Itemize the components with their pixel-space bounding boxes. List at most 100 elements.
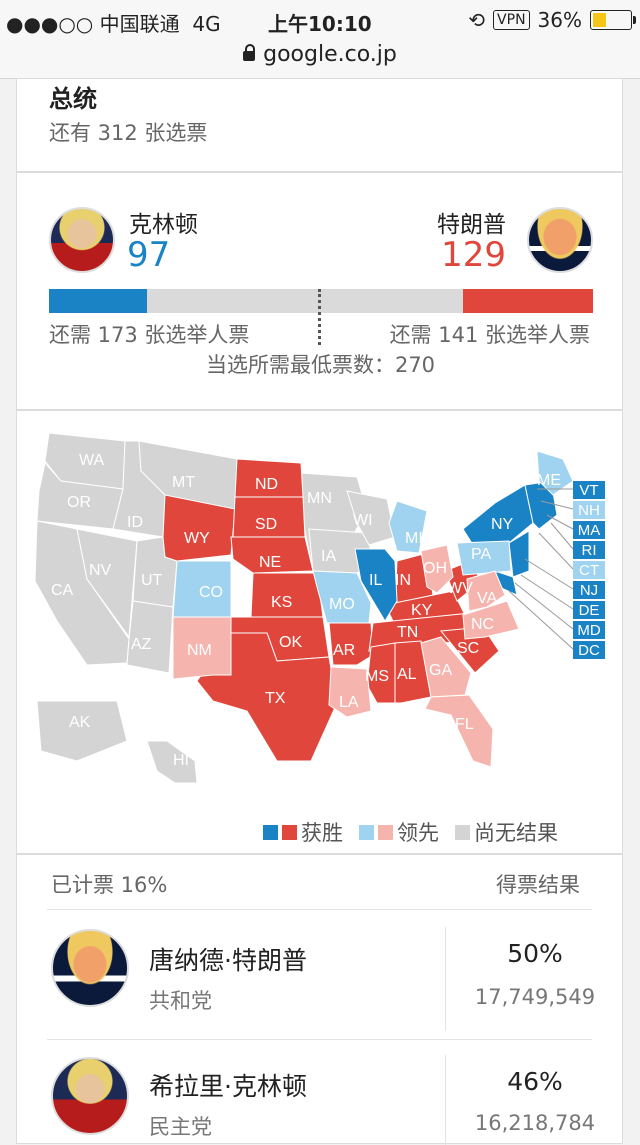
electoral-scoreboard: 克林顿 97 特朗普 129 还需 173 张选举人票 还需 141 张选举人票… (16, 172, 623, 410)
callout-label-ri: RI (582, 542, 597, 559)
battery-icon (590, 10, 636, 30)
clinton-electoral-votes: 97 (127, 235, 171, 275)
label-NM: NM (187, 642, 212, 659)
threshold-label: 当选所需最低票数：270 (205, 353, 436, 377)
legend-win: 获胜 (301, 821, 343, 845)
label-SD: SD (255, 516, 277, 533)
callout-label-nj: NJ (580, 582, 598, 599)
label-SC: SC (457, 640, 479, 657)
label-OR: OR (67, 494, 91, 511)
label-AK: AK (69, 714, 91, 731)
callout-label-ma: MA (578, 522, 601, 539)
label-MO: MO (329, 596, 355, 613)
label-KS: KS (271, 594, 292, 611)
label-IL: IL (369, 572, 382, 589)
label-UT: UT (141, 572, 163, 589)
callout-label-nh: NH (578, 502, 600, 519)
summary-card: 总统 还有 312 张选票 (16, 78, 623, 172)
label-NV: NV (89, 562, 112, 579)
candidate-percent: 50% (507, 939, 563, 968)
label-WA: WA (79, 452, 105, 469)
callout-line-ma (546, 514, 574, 530)
trump-bar-fill (463, 289, 593, 313)
callout-label-dc: DC (578, 642, 600, 659)
candidate-votes: 16,218,784 (474, 1111, 596, 1135)
url-text[interactable]: google.co.jp (263, 42, 397, 67)
callout-line-dc (508, 590, 574, 650)
label-MT: MT (172, 474, 195, 491)
label-AL: AL (397, 666, 417, 683)
counted-percent: 已计票 16% (51, 873, 168, 897)
candidate-votes: 17,749,549 (474, 985, 596, 1009)
state-AK[interactable] (36, 700, 128, 762)
threshold-marker (318, 289, 321, 345)
label-FL: FL (455, 716, 474, 733)
vpn-badge: VPN (493, 10, 530, 30)
label-ND: ND (255, 476, 278, 493)
callout-label-vt: VT (579, 482, 598, 499)
remaining-votes: 还有 312 张选票 (49, 121, 208, 145)
results-header: 得票结果 (496, 873, 580, 897)
lock-icon (243, 44, 256, 61)
us-results-map[interactable]: WA OR CA NV ID MT WY UT AZ CO NM ND SD N… (17, 411, 622, 811)
legend-none: 尚无结果 (474, 821, 558, 845)
trump-avatar (527, 207, 593, 273)
address-bar[interactable]: google.co.jp (0, 40, 640, 79)
callout-label-md: MD (577, 622, 600, 639)
label-NE: NE (259, 554, 281, 571)
label-HI: HI (173, 752, 189, 769)
label-WY: WY (184, 530, 210, 547)
label-OH: OH (423, 560, 447, 577)
candidate-name: 唐纳德·特朗普 (149, 946, 307, 975)
race-title: 总统 (49, 85, 97, 113)
clock: 上午10:10 (268, 12, 372, 36)
trump-row-avatar (51, 929, 129, 1007)
label-WV: WV (447, 580, 473, 597)
clinton-row-avatar (51, 1057, 129, 1135)
label-NC: NC (471, 616, 494, 633)
candidate-name: 希拉里·克林顿 (149, 1072, 307, 1101)
label-MS: MS (365, 668, 389, 685)
candidate-percent: 46% (507, 1067, 563, 1096)
label-TX: TX (265, 690, 286, 707)
rotation-lock-icon: ⟲ (468, 8, 486, 32)
trump-needed: 还需 141 张选举人票 (389, 323, 590, 347)
callout-line-ct (538, 532, 574, 570)
label-TN: TN (397, 624, 418, 641)
label-IA: IA (321, 548, 336, 565)
battery-percent: 36% (537, 8, 582, 32)
label-WI: WI (353, 512, 373, 529)
label-ME: ME (537, 472, 561, 489)
clinton-avatar (49, 207, 115, 273)
label-NY: NY (491, 516, 514, 533)
status-icons: ⟲ VPN 36% (468, 8, 636, 32)
label-CA: CA (51, 582, 74, 599)
state-HI[interactable] (146, 740, 198, 784)
label-IN: IN (395, 572, 411, 589)
results-map-card: WA OR CA NV ID MT WY UT AZ CO NM ND SD N… (16, 410, 623, 854)
clinton-bar-fill (49, 289, 147, 313)
label-OK: OK (279, 634, 302, 651)
clinton-needed: 还需 173 张选举人票 (49, 323, 250, 347)
legend-lead: 领先 (397, 821, 439, 845)
map-legend: 获胜 领先 尚无结果 (263, 817, 558, 847)
label-MI: MI (405, 530, 423, 547)
label-VA: VA (477, 590, 497, 607)
label-LA: LA (339, 694, 359, 711)
candidate-party: 民主党 (149, 1115, 212, 1139)
clinton-name: 克林顿 (129, 212, 198, 238)
carrier-signal: ●●●○○ 中国联通 4G (6, 12, 221, 36)
label-CO: CO (199, 584, 223, 601)
callout-line-de (520, 574, 574, 610)
label-GA: GA (429, 662, 452, 679)
callout-label-de: DE (579, 602, 600, 619)
trump-name: 特朗普 (437, 212, 506, 238)
callout-line-nj (524, 558, 574, 590)
status-bar: ●●●○○ 中国联通 4G 上午10:10 ⟲ VPN 36% (0, 0, 640, 40)
trump-electoral-votes: 129 (441, 235, 506, 275)
electoral-progress-bar (49, 289, 593, 313)
popular-vote-card: 已计票 16% 得票结果 唐纳德·特朗普 共和党 50% 17,749,549 … (16, 854, 623, 1145)
label-MN: MN (307, 490, 332, 507)
label-ID: ID (127, 514, 143, 531)
label-AR: AR (333, 642, 355, 659)
